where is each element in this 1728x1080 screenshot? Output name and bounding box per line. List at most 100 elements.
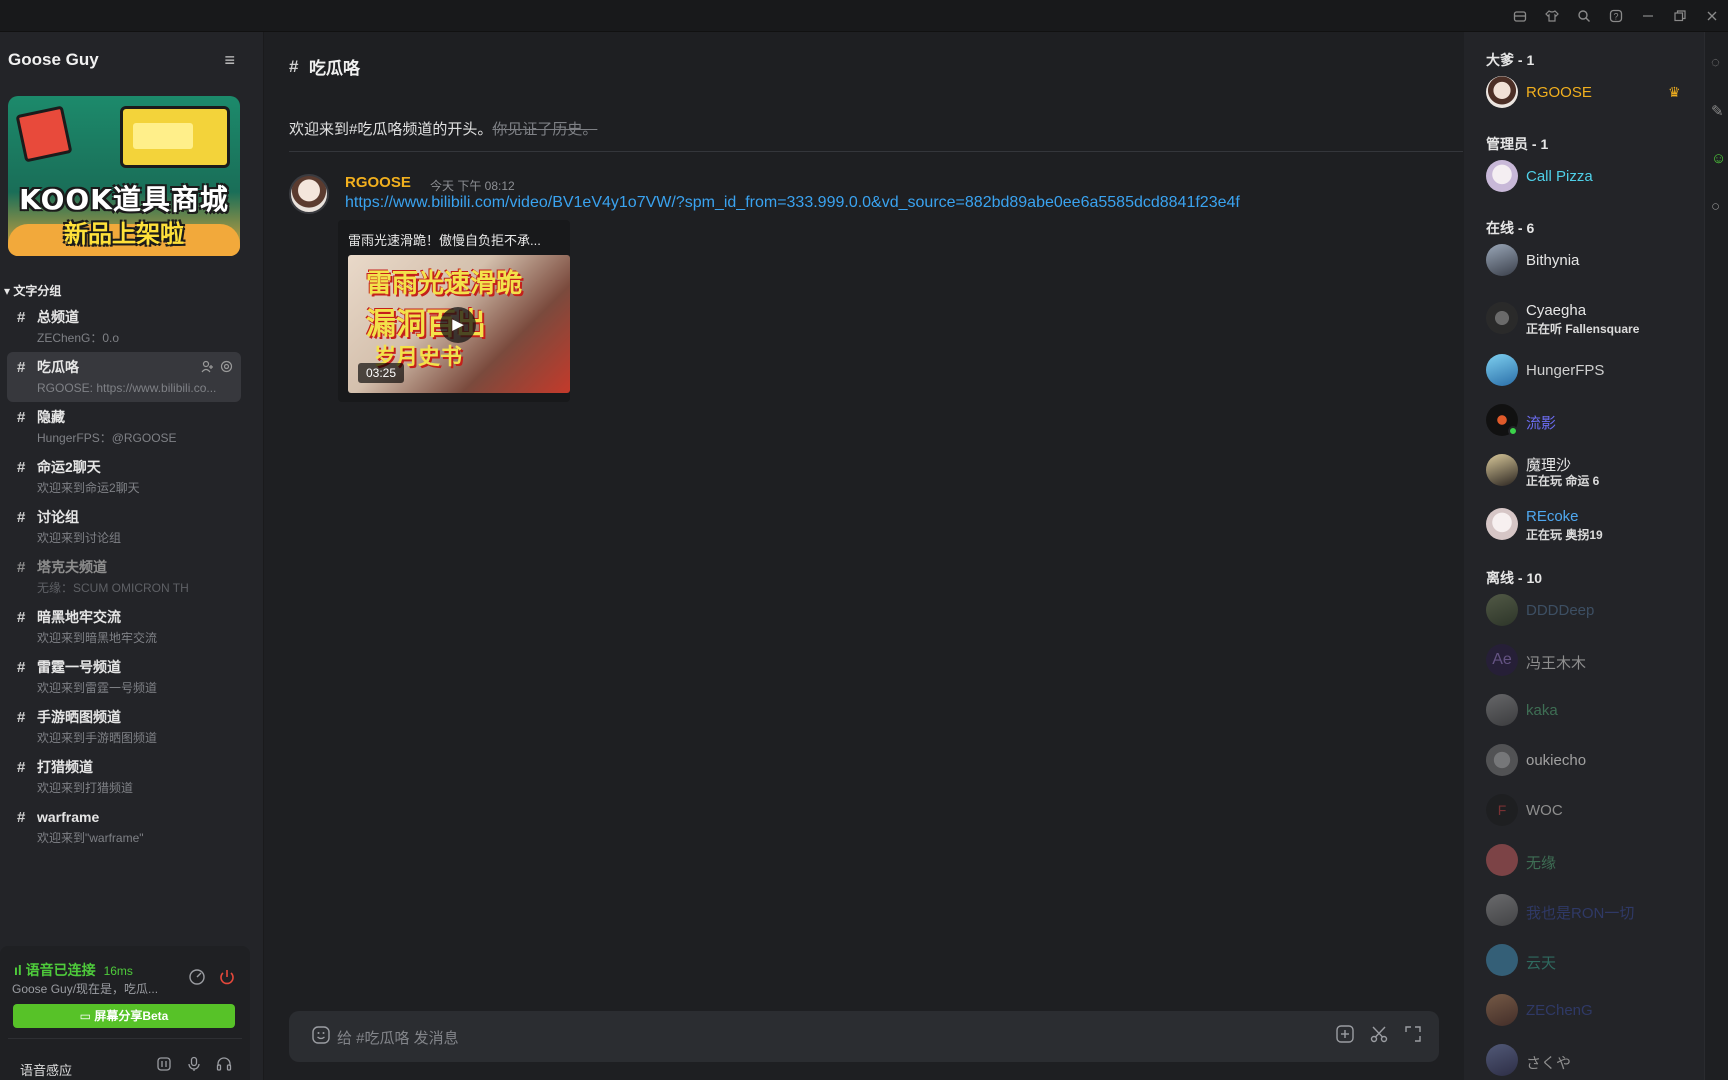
channel-item-active[interactable]: # 吃瓜咯 RGOOSE: https://www.bilibili.co... bbox=[7, 352, 241, 402]
add-attachment-icon[interactable] bbox=[1335, 1024, 1355, 1049]
voice-mode-label[interactable]: 语音感应 bbox=[20, 1060, 72, 1079]
member-name: 我也是RON一切 bbox=[1526, 905, 1635, 922]
video-embed[interactable]: 雷雨光速滑跪！傲慢自负拒不承... 雷雨光速滑跪 漏洞百出 岁月史书 ▶ 03:… bbox=[338, 220, 570, 402]
member-item[interactable]: 云天 bbox=[1486, 944, 1686, 978]
expand-icon[interactable] bbox=[1403, 1024, 1423, 1049]
members-icon[interactable]: ☺ bbox=[1711, 150, 1726, 167]
restore-icon[interactable] bbox=[1664, 0, 1696, 32]
welcome-strike-text: 你见证了历史。 bbox=[492, 121, 598, 138]
member-item[interactable]: kaka bbox=[1486, 694, 1686, 728]
menu-icon[interactable]: ≡ bbox=[224, 50, 235, 71]
channel-name: 手游晒图频道 bbox=[37, 709, 121, 725]
member-item[interactable]: F WOC bbox=[1486, 794, 1686, 828]
channel-item[interactable]: # warframe 欢迎来到"warframe" bbox=[7, 802, 241, 852]
member-item[interactable]: Cyaegha 正在听 Fallensquare bbox=[1486, 302, 1686, 336]
channel-preview: 欢迎来到命运2聊天 bbox=[37, 481, 140, 495]
video-thumbnail[interactable]: 雷雨光速滑跪 漏洞百出 岁月史书 ▶ 03:25 bbox=[348, 255, 570, 393]
member-name: 冯王木木 bbox=[1526, 655, 1587, 672]
member-item[interactable]: oukiecho bbox=[1486, 744, 1686, 778]
avatar bbox=[1486, 694, 1518, 726]
channel-preview: 欢迎来到讨论组 bbox=[37, 531, 122, 545]
headphones-icon[interactable] bbox=[216, 1056, 232, 1077]
member-item[interactable]: ZEChenG bbox=[1486, 994, 1686, 1028]
embed-title[interactable]: 雷雨光速滑跪！傲慢自负拒不承... bbox=[348, 230, 541, 249]
member-item[interactable]: Call Pizza bbox=[1486, 160, 1686, 194]
chat-area: # 吃瓜咯 欢迎来到#吃瓜咯频道的开头。你见证了历史。 RGOOSE 今天 下午… bbox=[265, 32, 1463, 1080]
hash-icon: # bbox=[17, 658, 26, 676]
server-header[interactable]: Goose Guy ≡ bbox=[0, 32, 263, 88]
play-icon[interactable]: ▶ bbox=[440, 307, 476, 343]
channel-item[interactable]: # 手游晒图频道 欢迎来到手游晒图频道 bbox=[7, 702, 241, 752]
member-item[interactable]: HungerFPS bbox=[1486, 354, 1686, 388]
voice-ping: 16ms bbox=[103, 964, 133, 978]
member-item[interactable]: 流影 bbox=[1486, 404, 1686, 438]
microphone-icon[interactable] bbox=[186, 1056, 202, 1077]
message-composer[interactable]: 给 #吃瓜咯 发消息 bbox=[289, 1011, 1439, 1062]
noise-suppression-icon[interactable] bbox=[188, 968, 206, 991]
window-controls: ? bbox=[1504, 0, 1728, 32]
member-item[interactable]: さくや bbox=[1486, 1044, 1686, 1078]
online-status-dot bbox=[1508, 426, 1518, 436]
add-member-icon[interactable] bbox=[201, 360, 214, 376]
channel-name: warframe bbox=[37, 809, 100, 825]
minimize-icon[interactable] bbox=[1632, 0, 1664, 32]
thumbnail-text-line1: 雷雨光速滑跪 bbox=[366, 269, 523, 299]
member-item[interactable]: Bithynia bbox=[1486, 244, 1686, 278]
avatar[interactable] bbox=[289, 174, 329, 214]
monitor-icon: ▭ bbox=[79, 1009, 95, 1023]
member-item[interactable]: RGOOSE ♛ bbox=[1486, 76, 1686, 110]
inbox-icon[interactable] bbox=[1504, 0, 1536, 32]
channel-item[interactable]: # 打猎频道 欢迎来到打猎频道 bbox=[7, 752, 241, 802]
message-link[interactable]: https://www.bilibili.com/video/BV1eV4y1o… bbox=[345, 194, 1240, 212]
gift-box-icon bbox=[15, 105, 73, 163]
hash-icon: # bbox=[17, 758, 26, 776]
message-input[interactable]: 给 #吃瓜咯 发消息 bbox=[337, 1027, 459, 1048]
help-icon[interactable]: ? bbox=[1600, 0, 1632, 32]
channel-item[interactable]: # 暗黑地牢交流 欢迎来到暗黑地牢交流 bbox=[7, 602, 241, 652]
emoji-icon[interactable] bbox=[311, 1025, 331, 1050]
bell-icon[interactable]: ◌ bbox=[1711, 54, 1720, 71]
pin-icon[interactable]: ✎ bbox=[1711, 102, 1724, 120]
channel-name: 塔克夫频道 bbox=[37, 559, 107, 575]
channel-item[interactable]: # 雷霆一号频道 欢迎来到雷霆一号频道 bbox=[7, 652, 241, 702]
message-author[interactable]: RGOOSE bbox=[345, 174, 411, 191]
channel-preview: ZEChenG：0.o bbox=[37, 331, 120, 345]
channel-group-header[interactable]: ▾ 文字分组 bbox=[0, 282, 61, 299]
locked-hash-icon: # bbox=[17, 608, 26, 626]
member-item[interactable]: Ae 冯王木木 bbox=[1486, 644, 1686, 678]
settings-icon[interactable] bbox=[220, 360, 233, 376]
channel-list: # 总频道 ZEChenG：0.o # 吃瓜咯 RGOOSE: https://ww… bbox=[7, 302, 241, 852]
svg-text:?: ? bbox=[1613, 12, 1618, 22]
member-activity: 正在玩 命运 6 bbox=[1526, 474, 1600, 488]
soundboard-icon[interactable] bbox=[156, 1056, 172, 1077]
member-item[interactable]: DDDDeep bbox=[1486, 594, 1686, 628]
member-item[interactable]: REcoke 正在玩 奥拐19 bbox=[1486, 508, 1686, 542]
avatar bbox=[1486, 508, 1518, 540]
message-timestamp: 今天 下午 08:12 bbox=[430, 179, 515, 193]
hash-icon: # bbox=[17, 708, 26, 726]
close-icon[interactable] bbox=[1696, 0, 1728, 32]
member-list: 大爹 - 1 RGOOSE ♛ 管理员 - 1 Call Pizza 在线 - … bbox=[1464, 32, 1704, 1080]
member-item[interactable]: 我也是RON一切 bbox=[1486, 894, 1686, 928]
channel-item[interactable]: # 总频道 ZEChenG：0.o bbox=[7, 302, 241, 352]
avatar bbox=[1486, 354, 1518, 386]
search-icon[interactable] bbox=[1568, 0, 1600, 32]
screen-share-button[interactable]: ▭ 屏幕分享Beta bbox=[13, 1004, 235, 1028]
scissors-icon[interactable] bbox=[1369, 1024, 1389, 1049]
shirt-icon[interactable] bbox=[1536, 0, 1568, 32]
search-icon[interactable]: ○ bbox=[1711, 198, 1720, 215]
avatar bbox=[1486, 244, 1518, 276]
channel-item[interactable]: # 命运2聊天 欢迎来到命运2聊天 bbox=[7, 452, 241, 502]
channel-name: 讨论组 bbox=[37, 509, 79, 525]
member-item[interactable]: 魔理沙 正在玩 命运 6 bbox=[1486, 454, 1686, 488]
member-item[interactable]: 无缘 bbox=[1486, 844, 1686, 878]
channel-name: 暗黑地牢交流 bbox=[37, 609, 121, 625]
channel-preview: 欢迎来到暗黑地牢交流 bbox=[37, 631, 158, 645]
channel-item[interactable]: # 隐藏 HungerFPS：@RGOOSE bbox=[7, 402, 241, 452]
server-banner[interactable]: KOOK道具商城 新品上架啦 bbox=[8, 96, 240, 256]
disconnect-icon[interactable] bbox=[218, 968, 236, 991]
channel-welcome: 欢迎来到#吃瓜咯频道的开头。你见证了历史。 bbox=[289, 118, 597, 139]
channel-item[interactable]: # 讨论组 欢迎来到讨论组 bbox=[7, 502, 241, 552]
channel-item[interactable]: # 塔克夫频道 无缘：SCUM OMICRON TH bbox=[7, 552, 241, 602]
channel-preview: 欢迎来到手游晒图频道 bbox=[37, 731, 158, 745]
